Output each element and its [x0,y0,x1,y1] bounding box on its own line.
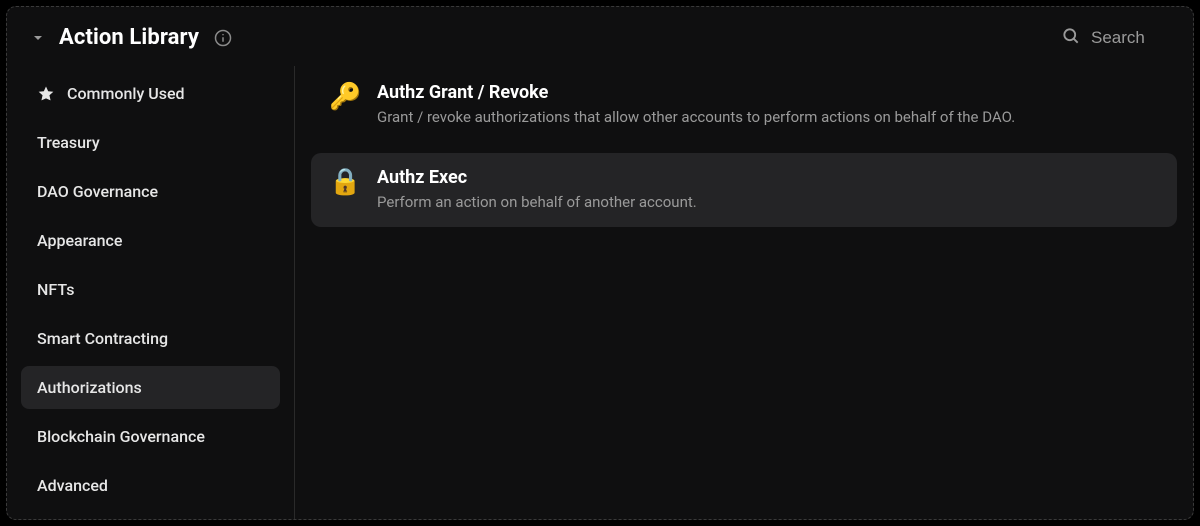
action-text: Authz Exec Perform an action on behalf o… [377,167,697,212]
sidebar-item-label: Treasury [37,133,100,152]
action-card-authz-grant-revoke[interactable]: 🔑 Authz Grant / Revoke Grant / revoke au… [311,68,1177,141]
sidebar-item-label: Advanced [37,476,108,495]
search-container[interactable] [1061,26,1169,50]
sidebar-item-label: DAO Governance [37,182,158,201]
sidebar-item-label: Blockchain Governance [37,427,205,446]
sidebar-item-nfts[interactable]: NFTs [21,268,280,311]
search-input[interactable] [1091,28,1161,48]
action-card-authz-exec[interactable]: 🔒 Authz Exec Perform an action on behalf… [311,153,1177,226]
sidebar-item-advanced[interactable]: Advanced [21,464,280,507]
sidebar-item-authorizations[interactable]: Authorizations [21,366,280,409]
action-title: Authz Exec [377,167,697,188]
sidebar-item-treasury[interactable]: Treasury [21,121,280,164]
star-icon [37,85,55,103]
collapse-chevron-icon[interactable] [31,31,45,45]
header: Action Library [7,7,1193,56]
key-icon: 🔑 [329,82,359,112]
lock-icon: 🔒 [329,167,359,197]
action-description: Perform an action on behalf of another a… [377,192,697,212]
search-icon [1061,26,1081,50]
action-title: Authz Grant / Revoke [377,82,1015,103]
sidebar-item-commonly-used[interactable]: Commonly Used [21,72,280,115]
body: Commonly Used Treasury DAO Governance Ap… [7,56,1193,519]
action-text: Authz Grant / Revoke Grant / revoke auth… [377,82,1015,127]
sidebar-item-label: NFTs [37,280,75,299]
sidebar-item-dao-governance[interactable]: DAO Governance [21,170,280,213]
content-area: 🔑 Authz Grant / Revoke Grant / revoke au… [295,66,1193,519]
sidebar: Commonly Used Treasury DAO Governance Ap… [7,66,295,519]
sidebar-item-label: Smart Contracting [37,329,168,348]
action-library-panel: Action Library [6,6,1194,520]
sidebar-item-label: Appearance [37,231,122,250]
sidebar-item-blockchain-governance[interactable]: Blockchain Governance [21,415,280,458]
header-left: Action Library [31,25,1047,50]
info-icon[interactable] [213,28,233,48]
sidebar-item-label: Authorizations [37,378,142,397]
sidebar-item-appearance[interactable]: Appearance [21,219,280,262]
sidebar-item-label: Commonly Used [67,84,185,103]
panel-title: Action Library [59,25,199,50]
sidebar-item-smart-contracting[interactable]: Smart Contracting [21,317,280,360]
action-description: Grant / revoke authorizations that allow… [377,107,1015,127]
